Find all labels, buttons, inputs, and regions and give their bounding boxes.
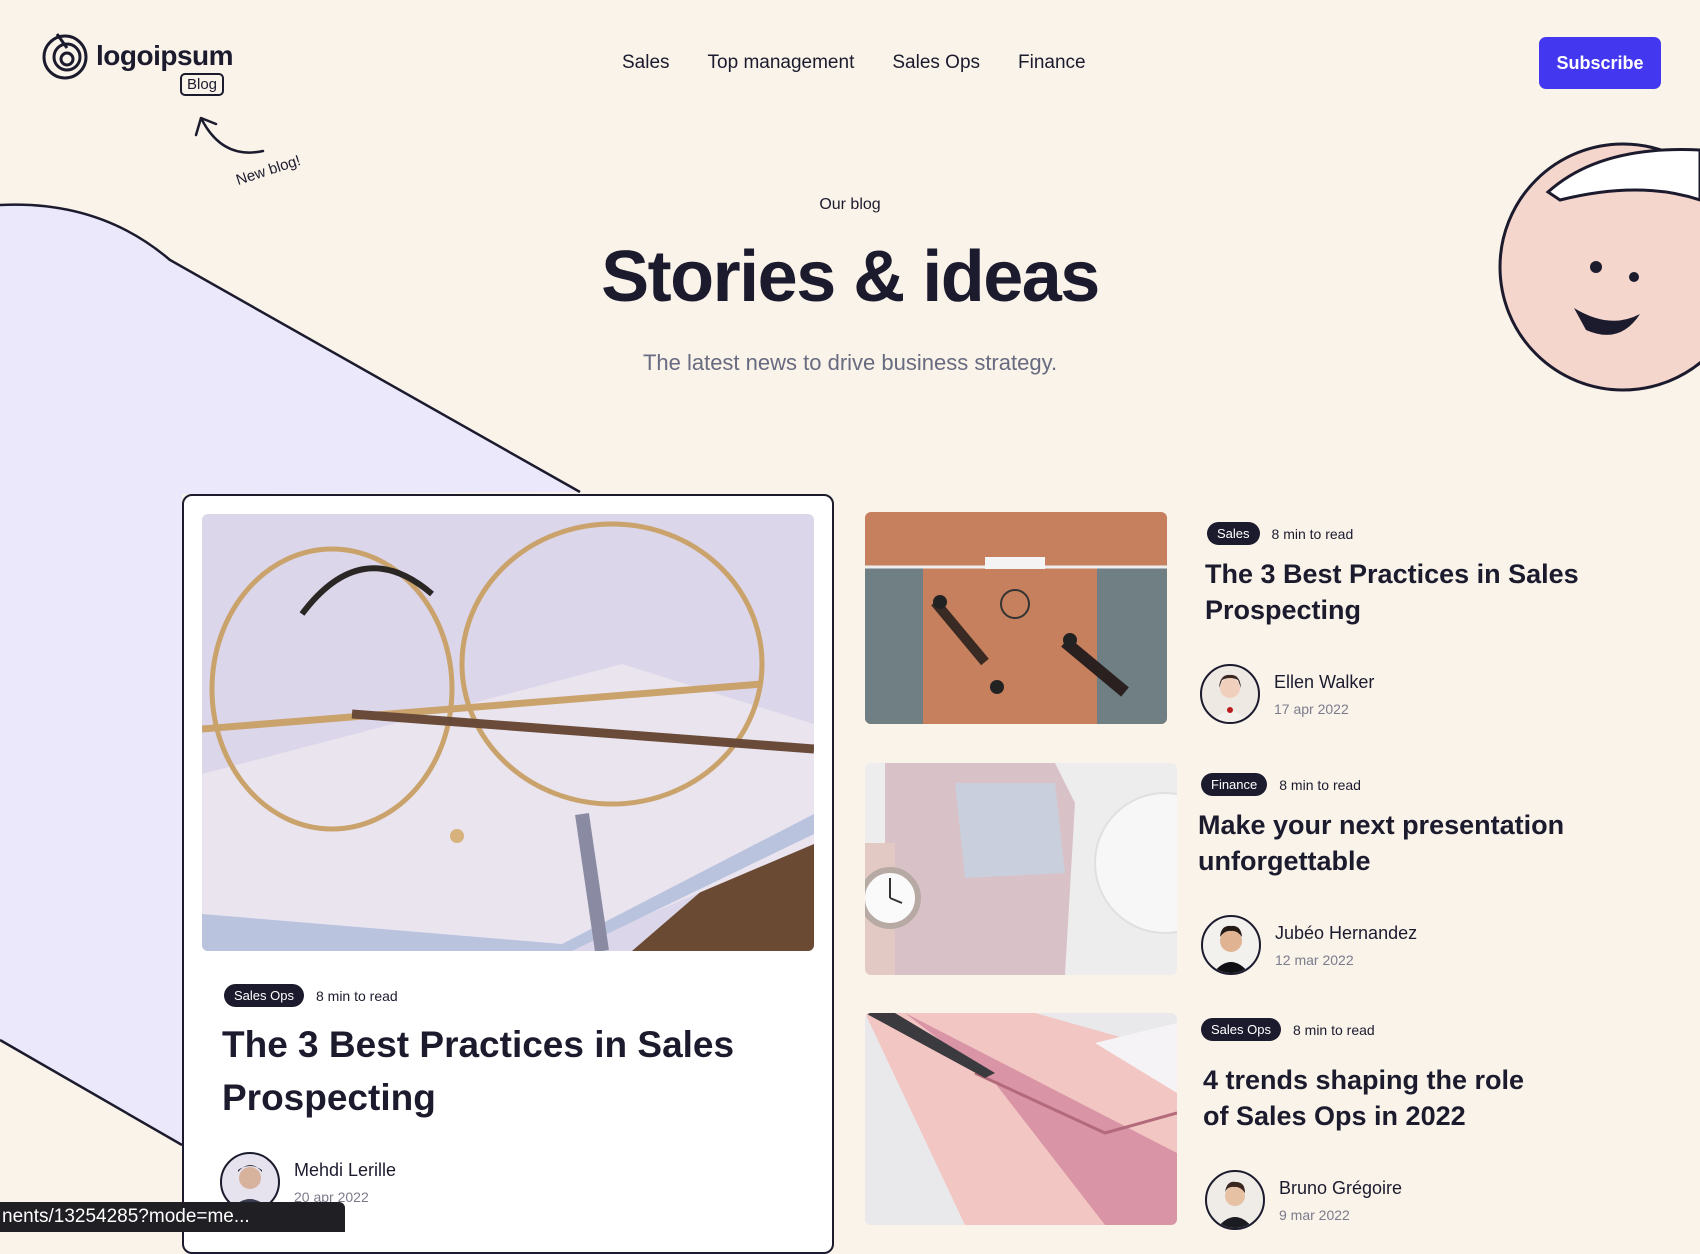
basketball-court-image [865, 512, 1167, 724]
post-meta: Finance 8 min to read [1201, 773, 1361, 796]
featured-post-meta: Sales Ops 8 min to read [224, 984, 398, 1007]
new-blog-arrow-icon [194, 116, 265, 154]
hero-subtitle: The latest news to drive business strate… [642, 350, 1058, 375]
subscribe-button[interactable]: Subscribe [1539, 37, 1661, 89]
post-image[interactable] [865, 763, 1177, 975]
post-card[interactable]: Finance 8 min to read Make your next pre… [865, 763, 1665, 978]
read-time: 8 min to read [1292, 1021, 1375, 1038]
post-meta: Sales 8 min to read [1207, 522, 1353, 545]
post-date: 17 apr 2022 [1274, 700, 1349, 717]
blog-badge: Blog [180, 73, 225, 96]
featured-post-image[interactable] [202, 514, 814, 951]
avatar [1201, 915, 1261, 975]
post-card[interactable]: Sales Ops 8 min to read 4 trends shaping… [865, 1013, 1665, 1230]
nav-link-sales-ops[interactable]: Sales Ops [892, 52, 980, 74]
author-name[interactable]: Bruno Grégoire [1279, 1178, 1402, 1199]
post-image[interactable] [865, 512, 1167, 724]
author-name[interactable]: Ellen Walker [1274, 672, 1374, 693]
logo-icon [42, 33, 88, 80]
category-tag[interactable]: Sales [1207, 522, 1260, 545]
page-title: Stories & ideas [601, 237, 1100, 317]
nav-link-top-management[interactable]: Top management [708, 52, 855, 74]
glasses-notebook-image [202, 514, 814, 951]
avatar [1200, 664, 1260, 724]
author-name[interactable]: Jubéo Hernandez [1275, 923, 1417, 944]
hero-eyebrow: Our blog [819, 196, 881, 213]
post-author: Bruno Grégoire 9 mar 2022 [1205, 1170, 1402, 1230]
read-time: 8 min to read [315, 987, 398, 1004]
post-meta: Sales Ops 8 min to read [1201, 1018, 1375, 1041]
logo-text: logoipsum [96, 40, 234, 71]
post-date: 12 mar 2022 [1275, 951, 1354, 968]
category-tag[interactable]: Finance [1201, 773, 1268, 796]
featured-post-title[interactable]: The 3 Best Practices in Sales Prospectin… [222, 1018, 782, 1124]
nav-link-sales[interactable]: Sales [622, 52, 670, 74]
post-date: 9 mar 2022 [1279, 1206, 1350, 1223]
read-time: 8 min to read [1271, 525, 1354, 542]
featured-post-card[interactable]: Sales Ops 8 min to read The 3 Best Pract… [182, 494, 834, 1254]
read-time: 8 min to read [1279, 776, 1361, 793]
category-tag[interactable]: Sales Ops [224, 984, 304, 1007]
notebook-watch-image [865, 763, 1177, 975]
post-title[interactable]: Make your next presentation unforgettabl… [1198, 807, 1598, 879]
status-bar-url: nents/13254285?mode=me... [0, 1202, 345, 1232]
post-title[interactable]: The 3 Best Practices in Sales Prospectin… [1205, 556, 1585, 628]
post-card[interactable]: Sales 8 min to read The 3 Best Practices… [865, 512, 1665, 727]
post-author: Ellen Walker 17 apr 2022 [1200, 664, 1374, 724]
nav-link-finance[interactable]: Finance [1018, 52, 1086, 74]
avatar [1205, 1170, 1265, 1230]
category-tag[interactable]: Sales Ops [1201, 1018, 1281, 1041]
laptop-image [865, 1013, 1177, 1225]
post-title[interactable]: 4 trends shaping the role of Sales Ops i… [1203, 1062, 1543, 1134]
author-name[interactable]: Mehdi Lerille [294, 1160, 396, 1181]
post-author: Jubéo Hernandez 12 mar 2022 [1201, 915, 1417, 975]
main-nav: Sales Top management Sales Ops Finance [622, 52, 1086, 74]
post-image[interactable] [865, 1013, 1177, 1225]
